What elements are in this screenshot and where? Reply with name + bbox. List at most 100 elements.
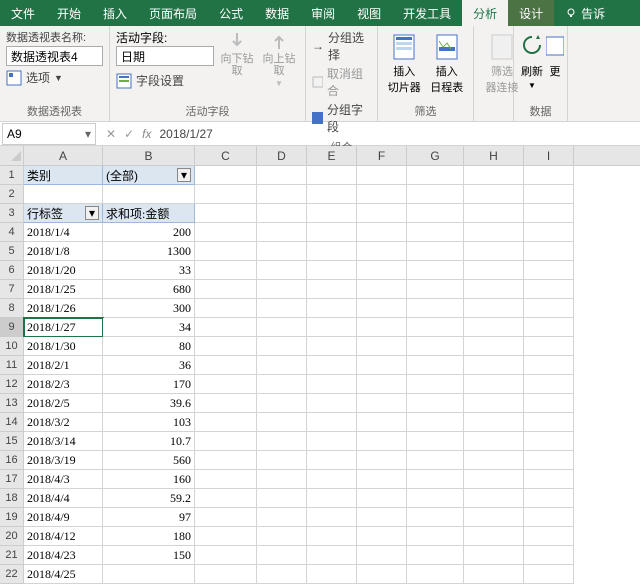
tab-home[interactable]: 开始 [46,0,92,26]
col-header[interactable]: G [407,146,464,165]
tab-tell[interactable]: 告诉 [554,0,616,26]
pivot-value[interactable]: 200 [103,223,195,242]
row-header[interactable]: 16 [0,451,24,470]
row-header[interactable]: 7 [0,280,24,299]
col-header[interactable]: B [103,146,195,165]
insert-slicer-button[interactable]: 插入 切片器 [384,29,425,95]
pivot-value[interactable]: 170 [103,375,195,394]
pivot-row-item[interactable]: 2018/4/23 [24,546,103,565]
pivot-value[interactable]: 300 [103,299,195,318]
col-header[interactable]: D [257,146,307,165]
pivot-row-item[interactable]: 2018/1/25 [24,280,103,299]
pivot-row-item[interactable]: 2018/1/8 [24,242,103,261]
tab-layout[interactable]: 页面布局 [138,0,208,26]
dropdown-icon[interactable]: ▾ [85,206,99,220]
group-selection-button[interactable]: →分组选择 [312,29,371,63]
row-header[interactable]: 3 [0,204,24,223]
row-header[interactable]: 9 [0,318,24,337]
pivot-row-item[interactable]: 2018/2/3 [24,375,103,394]
pivot-row-item[interactable]: 2018/4/9 [24,508,103,527]
pivot-row-item[interactable]: 2018/3/19 [24,451,103,470]
pivot-row-item[interactable]: 2018/4/25 [24,565,103,584]
field-settings-button[interactable]: 字段设置 [116,72,215,89]
pivot-value[interactable]: 1300 [103,242,195,261]
pivot-value[interactable]: 10.7 [103,432,195,451]
row-header[interactable]: 18 [0,489,24,508]
row-header[interactable]: 2 [0,185,24,204]
pivot-value[interactable]: 80 [103,337,195,356]
pivot-value[interactable]: 39.6 [103,394,195,413]
select-all[interactable] [0,146,24,165]
row-header[interactable]: 19 [0,508,24,527]
chevron-down-icon[interactable]: ▾ [85,127,91,141]
pivot-row-item[interactable]: 2018/2/5 [24,394,103,413]
pivot-value[interactable]: 560 [103,451,195,470]
tab-review[interactable]: 审阅 [300,0,346,26]
cancel-icon[interactable]: ✕ [106,127,116,141]
pivot-row-item[interactable]: 2018/3/14 [24,432,103,451]
row-header[interactable]: 22 [0,565,24,584]
pivot-value[interactable]: 103 [103,413,195,432]
row-header[interactable]: 13 [0,394,24,413]
tab-insert[interactable]: 插入 [92,0,138,26]
tab-view[interactable]: 视图 [346,0,392,26]
row-header[interactable]: 14 [0,413,24,432]
pivot-row-item[interactable]: 2018/1/20 [24,261,103,280]
pivot-value[interactable]: 33 [103,261,195,280]
row-header[interactable]: 6 [0,261,24,280]
pivot-row-item[interactable]: 2018/1/26 [24,299,103,318]
pivot-value[interactable]: 34 [103,318,195,337]
pivot-row-item[interactable]: 2018/1/27 [24,318,103,337]
dropdown-icon[interactable]: ▾ [177,168,191,182]
pivot-value[interactable]: 36 [103,356,195,375]
col-header[interactable]: I [524,146,574,165]
pivot-filter-value[interactable]: (全部)▾ [103,166,195,185]
pivot-value[interactable]: 59.2 [103,489,195,508]
formula-input[interactable]: 2018/1/27 [159,127,212,141]
col-header[interactable]: C [195,146,257,165]
col-header[interactable]: A [24,146,103,165]
tab-design[interactable]: 设计 [508,0,554,26]
pivot-filter-label[interactable]: 类别 [24,166,103,185]
pivot-value[interactable]: 680 [103,280,195,299]
pivot-row-item[interactable]: 2018/4/12 [24,527,103,546]
enter-icon[interactable]: ✓ [124,127,134,141]
pivot-row-item[interactable]: 2018/2/1 [24,356,103,375]
insert-timeline-button[interactable]: 插入 日程表 [427,29,468,95]
pivot-row-item[interactable]: 2018/4/3 [24,470,103,489]
pivot-value[interactable]: 160 [103,470,195,489]
refresh-button[interactable]: 刷新 ▼ [520,29,544,90]
row-header[interactable]: 12 [0,375,24,394]
tab-analyze[interactable]: 分析 [462,0,508,26]
tab-file[interactable]: 文件 [0,0,46,26]
row-header[interactable]: 4 [0,223,24,242]
col-header[interactable]: H [464,146,524,165]
row-header[interactable]: 1 [0,166,24,185]
tab-dev[interactable]: 开发工具 [392,0,462,26]
pivot-value[interactable]: 97 [103,508,195,527]
pivot-value[interactable]: 150 [103,546,195,565]
tab-data[interactable]: 数据 [254,0,300,26]
options-button[interactable]: 选项 ▼ [6,69,103,86]
col-header[interactable]: F [357,146,407,165]
pt-name-input[interactable] [6,46,103,66]
pivot-value-label[interactable]: 求和项:金额 [103,204,195,223]
row-header[interactable]: 8 [0,299,24,318]
pivot-value[interactable]: 180 [103,527,195,546]
col-header[interactable]: E [307,146,357,165]
row-header[interactable]: 21 [0,546,24,565]
row-header[interactable]: 15 [0,432,24,451]
name-box[interactable]: A9▾ [2,123,96,145]
fx-icon[interactable]: fx [142,127,151,141]
pivot-row-item[interactable]: 2018/1/4 [24,223,103,242]
row-header[interactable]: 11 [0,356,24,375]
pivot-row-item[interactable]: 2018/1/30 [24,337,103,356]
pivot-value[interactable] [103,565,195,584]
pivot-row-item[interactable]: 2018/3/2 [24,413,103,432]
pivot-row-item[interactable]: 2018/4/4 [24,489,103,508]
tab-formula[interactable]: 公式 [208,0,254,26]
row-header[interactable]: 5 [0,242,24,261]
active-field-input[interactable] [116,46,214,66]
row-header[interactable]: 20 [0,527,24,546]
pivot-row-label[interactable]: 行标签▾ [24,204,103,223]
